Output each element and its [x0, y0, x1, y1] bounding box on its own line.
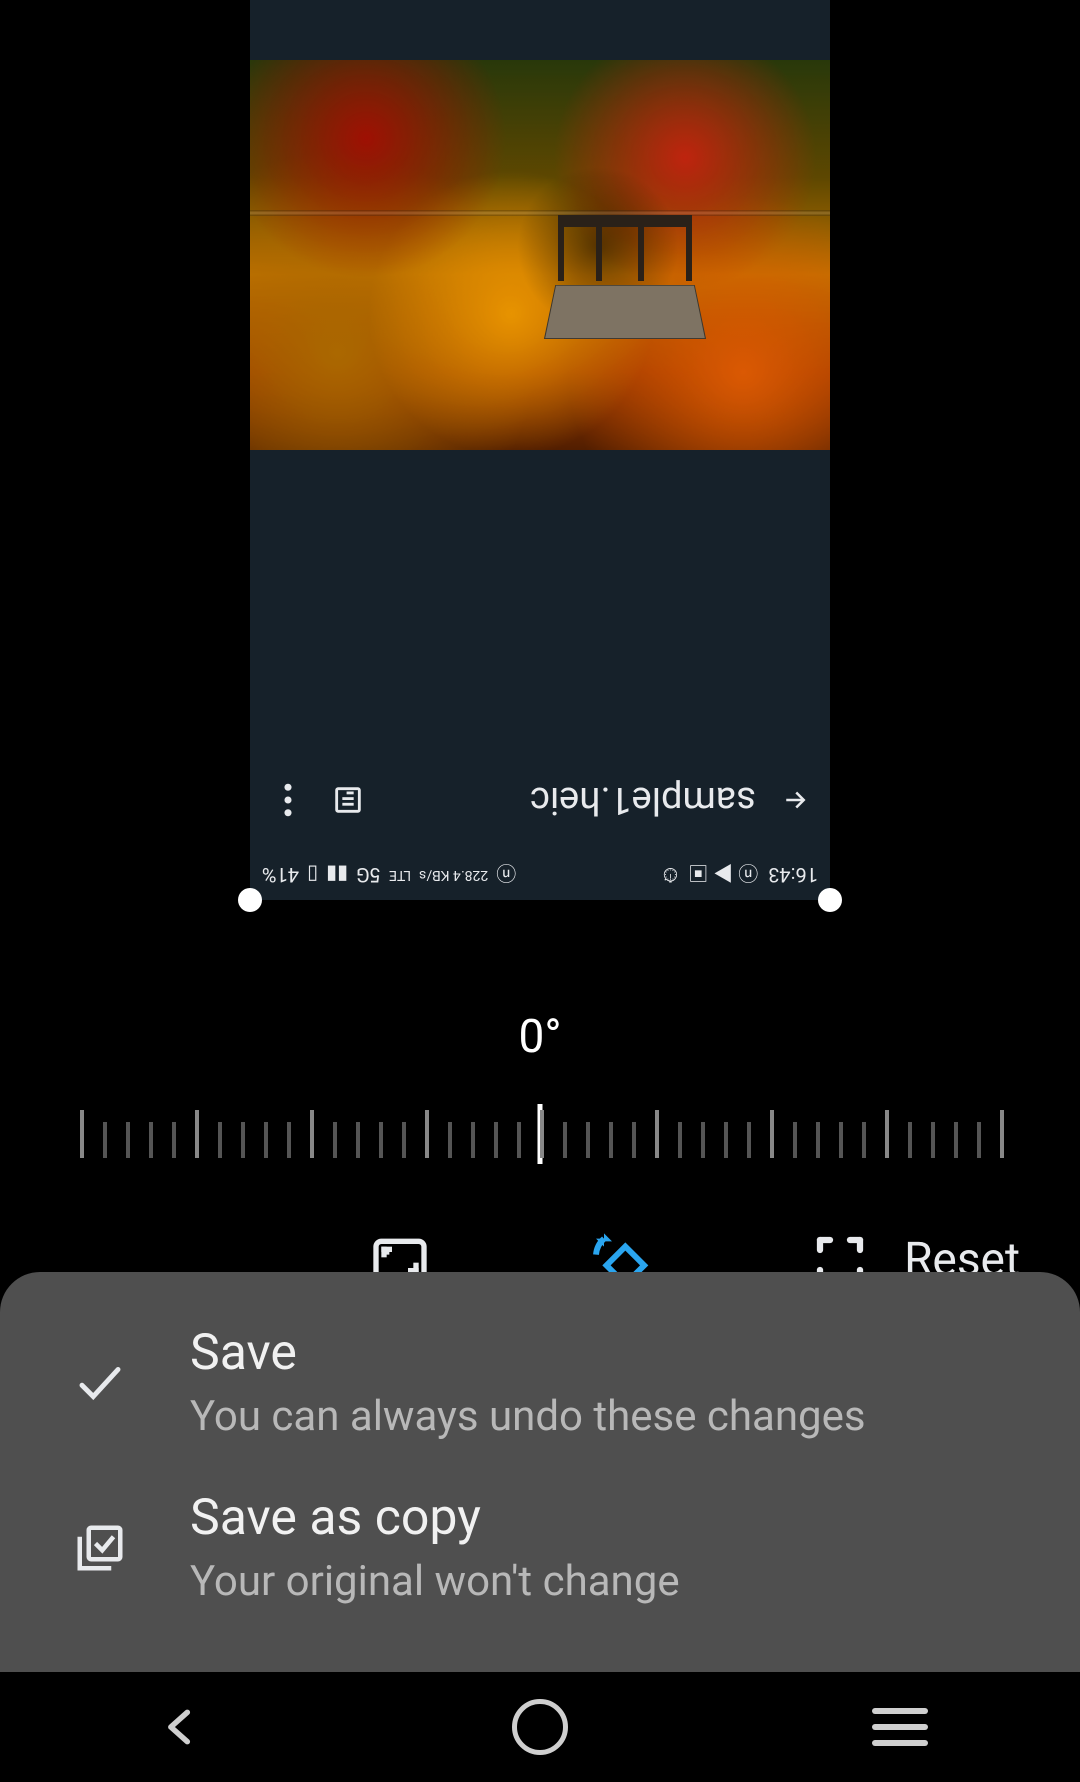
ruler-tick	[379, 1122, 383, 1158]
status-speed: 228.4 KB/s	[419, 867, 488, 883]
photo-waterline	[250, 210, 830, 216]
crop-canvas[interactable]: sample1.heic 16:43 ⓝ ▶ ▣ ⏱ ⓝ 228.4 KB/s …	[0, 0, 1080, 900]
ruler-tick	[241, 1122, 245, 1158]
ruler-tick	[287, 1122, 291, 1158]
ruler-tick	[609, 1122, 613, 1158]
save-copy-icon	[70, 1518, 130, 1578]
status-time: 16:43	[768, 863, 818, 887]
ruler-tick	[310, 1110, 314, 1158]
status-battery-icon: ▯	[307, 863, 318, 887]
ruler-tick	[586, 1122, 590, 1158]
document-icon	[330, 782, 366, 818]
ruler-tick	[632, 1122, 636, 1158]
ruler-tick	[517, 1122, 521, 1158]
ruler-tick	[655, 1110, 659, 1158]
ruler-tick	[471, 1122, 475, 1158]
ruler-tick	[172, 1122, 176, 1158]
status-signal-icon: ▮▮	[326, 863, 348, 887]
ruler-tick	[333, 1122, 337, 1158]
ruler-tick	[149, 1122, 153, 1158]
inner-filename: sample1.heic	[390, 778, 756, 822]
status-network: 5G	[356, 863, 381, 887]
ruler-tick	[793, 1122, 797, 1158]
nav-recents-button[interactable]	[800, 1687, 1000, 1767]
ruler-tick	[839, 1122, 843, 1158]
ruler-tick	[770, 1110, 774, 1158]
status-icon: ⓝ ▶ ▣	[688, 861, 758, 890]
ruler-tick	[747, 1122, 751, 1158]
inner-app-bar: sample1.heic	[250, 755, 830, 845]
save-title: Save	[190, 1324, 866, 1382]
back-arrow-icon	[780, 785, 810, 815]
ruler-tick	[425, 1110, 429, 1158]
ruler-tick	[218, 1122, 222, 1158]
ruler-tick	[724, 1122, 728, 1158]
ruler-tick	[563, 1122, 567, 1158]
status-lte: LTE	[389, 867, 411, 883]
save-as-copy-option[interactable]: Save as copy Your original won't change	[0, 1465, 1080, 1630]
saveas-subtitle: Your original won't change	[190, 1557, 680, 1606]
ruler-tick	[356, 1122, 360, 1158]
nav-home-button[interactable]	[440, 1687, 640, 1767]
kebab-icon	[270, 782, 306, 818]
ruler-tick	[540, 1110, 544, 1158]
ruler-tick	[908, 1122, 912, 1158]
rotation-angle-label: 0°	[0, 1010, 1080, 1064]
status-nfc-icon: ⓝ	[496, 861, 516, 890]
ruler-tick	[701, 1122, 705, 1158]
ruler-tick	[448, 1122, 452, 1158]
photo-deck	[550, 215, 700, 355]
saveas-title: Save as copy	[190, 1489, 680, 1547]
nav-back-button[interactable]	[80, 1687, 280, 1767]
rotation-ruler[interactable]	[80, 1098, 1000, 1158]
save-bottom-sheet: Save You can always undo these changes S…	[0, 1272, 1080, 1672]
crop-handle-bottom-left[interactable]	[238, 888, 262, 912]
ruler-tick	[264, 1122, 268, 1158]
photo-foliage	[250, 60, 830, 450]
ruler-tick	[195, 1110, 199, 1158]
ruler-tick	[126, 1122, 130, 1158]
ruler-tick	[816, 1122, 820, 1158]
ruler-tick	[402, 1122, 406, 1158]
ruler-tick	[103, 1122, 107, 1158]
photo-content	[250, 60, 830, 450]
ruler-tick	[954, 1122, 958, 1158]
system-nav-bar	[0, 1672, 1080, 1782]
ruler-tick	[885, 1110, 889, 1158]
ruler-tick	[977, 1122, 981, 1158]
crop-handle-bottom-right[interactable]	[818, 888, 842, 912]
ruler-tick	[494, 1122, 498, 1158]
ruler-tick	[80, 1110, 84, 1158]
inner-status-bar: 16:43 ⓝ ▶ ▣ ⏱ ⓝ 228.4 KB/s LTE 5G ▮▮ ▯ 4…	[250, 850, 830, 900]
status-battery: 41%	[262, 863, 299, 887]
circle-icon	[512, 1699, 568, 1755]
ruler-tick	[678, 1122, 682, 1158]
status-alarm-icon: ⏱	[663, 863, 679, 887]
ruler-tick	[931, 1122, 935, 1158]
save-option[interactable]: Save You can always undo these changes	[0, 1300, 1080, 1465]
hamburger-icon	[872, 1708, 928, 1746]
check-icon	[70, 1353, 130, 1413]
photo-frame: sample1.heic 16:43 ⓝ ▶ ▣ ⏱ ⓝ 228.4 KB/s …	[250, 0, 830, 900]
save-subtitle: You can always undo these changes	[190, 1392, 866, 1441]
ruler-tick	[1000, 1110, 1004, 1158]
ruler-tick	[862, 1122, 866, 1158]
